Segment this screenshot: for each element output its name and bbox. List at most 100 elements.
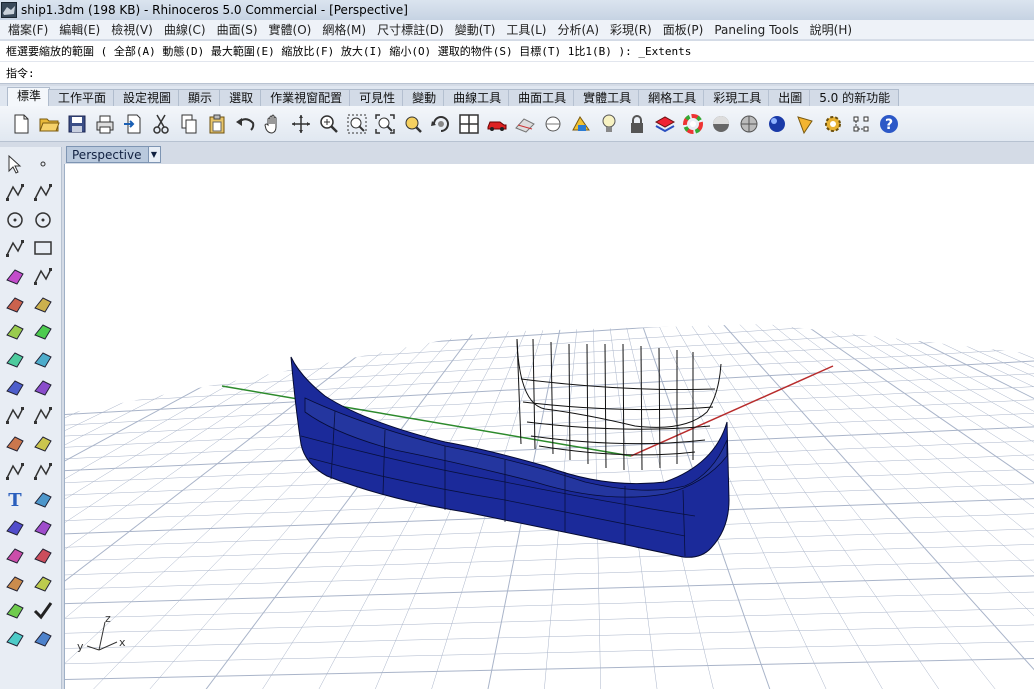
open-folder-icon[interactable] <box>35 110 63 138</box>
menu-item[interactable]: 檔案(F) <box>4 21 52 38</box>
toolbar-tab[interactable]: 實體工具 <box>573 89 641 106</box>
toolbar-tab[interactable]: 作業視窗配置 <box>260 89 352 106</box>
mirror-icon[interactable] <box>30 514 56 540</box>
control-point-curve-icon[interactable] <box>30 179 56 205</box>
menu-item[interactable]: Paneling Tools <box>710 23 802 37</box>
save-icon[interactable] <box>63 110 91 138</box>
extrude-solid-icon[interactable] <box>2 542 28 568</box>
toolbar-tab[interactable]: 5.0 的新功能 <box>809 89 900 106</box>
toolbar-tab[interactable]: 設定視圖 <box>113 89 181 106</box>
command-input[interactable] <box>38 66 939 79</box>
menu-item[interactable]: 尺寸標註(D) <box>373 21 448 38</box>
menu-item[interactable]: 彩現(R) <box>606 21 656 38</box>
menu-item[interactable]: 實體(O) <box>265 21 316 38</box>
shaded-sphere-icon[interactable] <box>735 110 763 138</box>
box-solid-icon[interactable] <box>2 318 28 344</box>
toolbar-tab[interactable]: 可見性 <box>349 89 405 106</box>
render-sphere-icon[interactable] <box>707 110 735 138</box>
grid-array-icon[interactable] <box>2 570 28 596</box>
perspective-viewport[interactable]: z x y <box>64 164 1034 689</box>
toolbar-tab[interactable]: 變動 <box>402 89 446 106</box>
select-points-icon[interactable] <box>567 110 595 138</box>
copy-icon[interactable] <box>175 110 203 138</box>
menu-item[interactable]: 曲面(S) <box>213 21 262 38</box>
blue-sphere-icon[interactable] <box>763 110 791 138</box>
wall-icon[interactable] <box>30 542 56 568</box>
hide-icon[interactable] <box>511 110 539 138</box>
fillet-curve-icon[interactable] <box>2 458 28 484</box>
color-wheel-icon[interactable] <box>679 110 707 138</box>
circle-icon[interactable] <box>2 207 28 233</box>
text-icon[interactable]: T <box>2 486 28 512</box>
grip-icon[interactable] <box>847 110 875 138</box>
explode-icon[interactable] <box>2 374 28 400</box>
light-bulb-icon[interactable] <box>595 110 623 138</box>
menu-item[interactable]: 工具(L) <box>502 21 550 38</box>
rotate-view-icon[interactable] <box>287 110 315 138</box>
four-viewports-icon[interactable] <box>455 110 483 138</box>
lock-icon[interactable] <box>623 110 651 138</box>
group-icon[interactable] <box>2 430 28 456</box>
toolbar-tab[interactable]: 網格工具 <box>638 89 706 106</box>
gear-icon[interactable] <box>819 110 847 138</box>
toolbar-tab[interactable]: 彩現工具 <box>703 89 771 106</box>
help-icon[interactable]: ? <box>875 110 903 138</box>
trim-icon[interactable] <box>2 402 28 428</box>
menu-item[interactable]: 分析(A) <box>553 21 603 38</box>
viewport-canvas[interactable]: z x y <box>65 164 1034 689</box>
array-icon[interactable] <box>2 514 28 540</box>
zoom-window-icon[interactable] <box>343 110 371 138</box>
zoom-extents-icon[interactable] <box>371 110 399 138</box>
block-icon[interactable] <box>2 625 28 651</box>
toolbar-tab[interactable]: 工作平面 <box>48 89 116 106</box>
car-icon[interactable] <box>483 110 511 138</box>
pencil-icon[interactable] <box>791 110 819 138</box>
ellipse-icon[interactable] <box>30 207 56 233</box>
viewport-menu-arrow-icon[interactable]: ▼ <box>147 147 160 162</box>
toolbar-tab[interactable]: 曲面工具 <box>508 89 576 106</box>
rhino-app-icon[interactable] <box>1 2 17 18</box>
mesh-icon[interactable] <box>30 346 56 372</box>
menu-item[interactable]: 曲線(C) <box>160 21 210 38</box>
undo-icon[interactable] <box>231 110 259 138</box>
arc-icon[interactable] <box>2 235 28 261</box>
toolbar-tab[interactable]: 選取 <box>219 89 263 106</box>
toolbar-tab[interactable]: 顯示 <box>178 89 222 106</box>
cut-icon[interactable] <box>147 110 175 138</box>
menu-item[interactable]: 變動(T) <box>451 21 500 38</box>
surface-loft-icon[interactable] <box>30 291 56 317</box>
print-icon[interactable] <box>91 110 119 138</box>
offset-icon[interactable] <box>30 458 56 484</box>
curve-tool-icon[interactable] <box>30 263 56 289</box>
polygon-icon[interactable] <box>2 263 28 289</box>
split-icon[interactable] <box>30 402 56 428</box>
toolbar-tab[interactable]: 出圖 <box>768 89 812 106</box>
polyline-icon[interactable] <box>2 179 28 205</box>
viewport-title-tab[interactable]: Perspective ▼ <box>66 146 161 163</box>
zoom-icon[interactable] <box>315 110 343 138</box>
ungroup-icon[interactable] <box>30 430 56 456</box>
dimension-icon[interactable] <box>30 486 56 512</box>
layers-icon[interactable] <box>651 110 679 138</box>
layout-icon[interactable] <box>2 597 28 623</box>
solid-union-icon[interactable] <box>30 318 56 344</box>
menu-item[interactable]: 面板(P) <box>659 21 708 38</box>
menu-item[interactable]: 編輯(E) <box>55 21 104 38</box>
menu-item[interactable]: 檢視(V) <box>107 21 157 38</box>
paste-icon[interactable] <box>203 110 231 138</box>
menu-item[interactable]: 網格(M) <box>318 21 370 38</box>
toolbar-tab[interactable]: 曲線工具 <box>443 89 511 106</box>
menu-item[interactable]: 說明(H) <box>806 21 856 38</box>
boolean-split-icon[interactable] <box>30 374 56 400</box>
rectangle-icon[interactable] <box>30 235 56 261</box>
color-tag-icon[interactable] <box>30 625 56 651</box>
show-icon[interactable] <box>539 110 567 138</box>
toolbar-tab[interactable]: 標準 <box>7 87 51 106</box>
surface-corner-icon[interactable] <box>2 291 28 317</box>
point-icon[interactable] <box>30 151 56 177</box>
pan-hand-icon[interactable] <box>259 110 287 138</box>
zoom-selected-icon[interactable] <box>399 110 427 138</box>
cylinder-icon[interactable] <box>2 346 28 372</box>
check-icon[interactable] <box>30 597 56 623</box>
new-file-icon[interactable] <box>7 110 35 138</box>
